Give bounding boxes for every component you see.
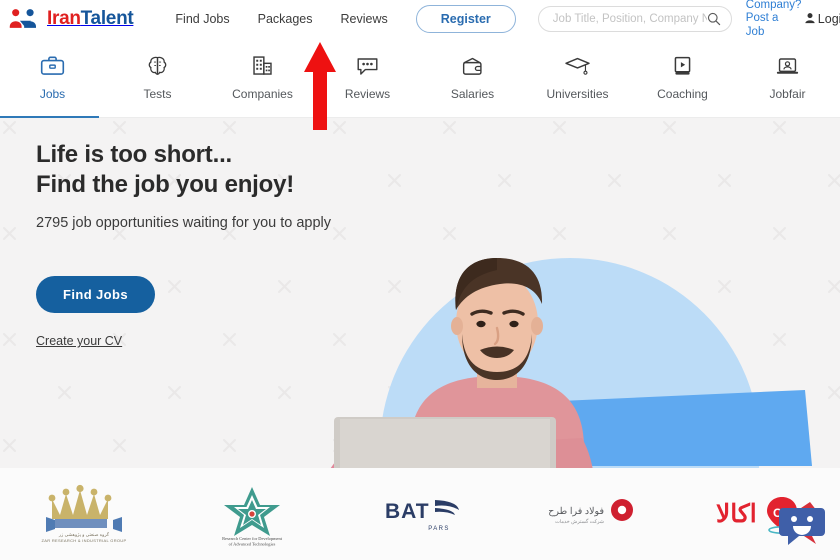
nav-item-universities[interactable]: Universities (525, 38, 630, 118)
top-nav-find-jobs[interactable]: Find Jobs (175, 12, 229, 26)
nav-item-coaching[interactable]: Coaching (630, 38, 735, 118)
hero-heading: Life is too short... Find the job you en… (36, 140, 331, 200)
svg-text:ZAR RESEARCH & INDUSTRIAL GROU: ZAR RESEARCH & INDUSTRIAL GROUP (42, 538, 127, 543)
partner-logo-bat-pars[interactable]: BAT PARS (336, 468, 504, 560)
partner-logo-research-center[interactable]: Research Center for Development of Advan… (168, 468, 336, 560)
buildings-icon (250, 51, 275, 81)
svg-text:Research Center for Developmen: Research Center for Development (222, 536, 283, 541)
hero-copy-block: Life is too short... Find the job you en… (36, 140, 331, 348)
nav-label-companies: Companies (232, 87, 293, 101)
nav-label-jobs: Jobs (39, 87, 66, 101)
partner-logos-strip: گروه صنعتی و پژوهشی زر ZAR RESEARCH & IN… (0, 468, 840, 560)
irantalent-logo-icon (8, 8, 42, 30)
nav-label-coaching: Coaching (657, 87, 708, 101)
svg-text:of Advanced Technologies: of Advanced Technologies (229, 542, 276, 547)
site-logo[interactable]: IranTalent (8, 8, 134, 30)
partner-logo-foolad[interactable]: فولاد فرا طرح شرکت گسترش خدمات (504, 468, 672, 560)
nav-label-universities: Universities (546, 87, 609, 101)
logo-word-iran: Iran (47, 8, 81, 29)
chat-support-button[interactable] (776, 498, 828, 550)
login-label: Login (817, 12, 840, 26)
chat-stars-icon (355, 51, 380, 81)
nav-label-jobfair: Jobfair (769, 87, 806, 101)
top-nav-reviews[interactable]: Reviews (341, 12, 388, 26)
briefcase-icon (39, 51, 66, 81)
brain-icon (145, 51, 170, 81)
nav-item-jobfair[interactable]: Jobfair (735, 38, 840, 118)
search-box[interactable] (537, 6, 732, 32)
svg-text:شرکت گسترش خدمات: شرکت گسترش خدمات (555, 518, 604, 525)
svg-text:اکالا: اکالا (716, 500, 757, 528)
search-input[interactable] (552, 13, 707, 25)
laptop-person-icon (774, 51, 801, 81)
nav-label-tests: Tests (143, 87, 172, 101)
nav-label-reviews: Reviews (344, 87, 391, 101)
nav-label-salaries: Salaries (450, 87, 495, 101)
hero-section: Life is too short... Find the job you en… (0, 118, 840, 468)
wallet-icon (460, 51, 485, 81)
search-icon[interactable] (707, 12, 721, 26)
logo-word-talent: Talent (80, 8, 134, 29)
svg-text:فولاد فرا طرح: فولاد فرا طرح (548, 506, 604, 517)
partner-logo-zar[interactable]: گروه صنعتی و پژوهشی زر ZAR RESEARCH & IN… (0, 468, 168, 560)
book-play-icon (671, 51, 694, 81)
user-icon (804, 12, 816, 27)
graduation-cap-icon (564, 51, 591, 81)
top-bar: IranTalent Find Jobs Packages Reviews Re… (0, 0, 840, 38)
svg-text:گروه صنعتی و پژوهشی زر: گروه صنعتی و پژوهشی زر (58, 531, 110, 538)
annotation-arrow-up (303, 42, 337, 135)
hero-subheading: 2795 job opportunities waiting for you t… (36, 215, 332, 231)
top-nav-packages[interactable]: Packages (258, 12, 313, 26)
login-menu[interactable]: Login ▼ (804, 12, 840, 27)
nav-item-companies[interactable]: Companies (210, 38, 315, 118)
nav-item-salaries[interactable]: Salaries (420, 38, 525, 118)
nav-item-tests[interactable]: Tests (105, 38, 210, 118)
logo-wordmark: IranTalent (47, 8, 134, 30)
svg-text:PARS: PARS (428, 526, 450, 532)
svg-text:BAT: BAT (385, 500, 430, 523)
hero-heading-line-2: Find the job you enjoy! (36, 171, 295, 198)
page-root: IranTalent Find Jobs Packages Reviews Re… (0, 0, 840, 560)
nav-item-jobs[interactable]: Jobs (0, 38, 105, 118)
hero-heading-line-1: Life is too short... (36, 141, 233, 168)
top-nav-links: Find Jobs Packages Reviews (175, 12, 387, 26)
post-a-job-link[interactable]: Company? Post a Job (746, 0, 802, 39)
icon-nav-bar: Jobs Tests Companies Reviews Salaries Un… (0, 38, 840, 118)
create-your-cv-link[interactable]: Create your CV (36, 334, 331, 348)
find-jobs-button[interactable]: Find Jobs (36, 276, 155, 313)
register-button[interactable]: Register (415, 4, 516, 34)
chat-eye-right (807, 516, 813, 522)
chat-eye-left (791, 516, 797, 522)
